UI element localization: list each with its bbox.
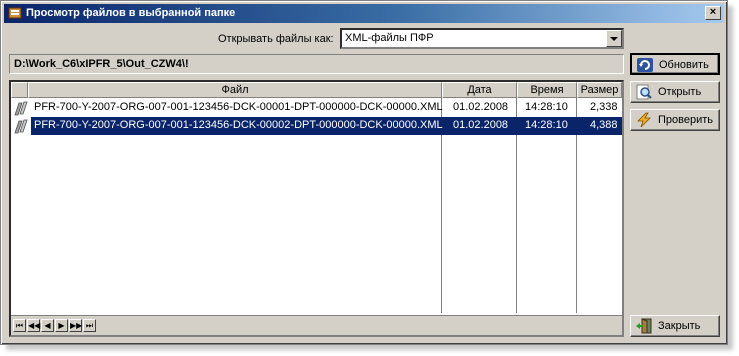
file-browser-dialog: Просмотр файлов в выбранной папке × Откр… xyxy=(0,0,728,345)
xml-file-icon xyxy=(14,101,28,116)
open-button-label: Открыть xyxy=(658,86,702,98)
time-cell: 14:28:10 xyxy=(525,101,568,113)
close-icon: × xyxy=(709,6,717,18)
open-button[interactable]: Открыть xyxy=(630,81,720,103)
title-bar[interactable]: Просмотр файлов в выбранной папке × xyxy=(4,4,724,23)
chevron-down-icon xyxy=(610,37,618,41)
prev-record-icon[interactable]: ◀ xyxy=(41,319,54,332)
next-page-icon[interactable]: ▶▶ xyxy=(69,319,82,332)
close-window-button[interactable]: × xyxy=(705,6,721,20)
file-table[interactable]: Файл Дата Время Размер PFR-700-Y-2007-OR… xyxy=(9,80,624,337)
open-as-dropdown[interactable]: XML-файлы ПФР xyxy=(340,28,624,49)
column-header-date[interactable]: Дата xyxy=(442,82,517,98)
open-as-value: XML-файлы ПФР xyxy=(345,32,434,44)
next-record-icon[interactable]: ▶ xyxy=(55,319,68,332)
refresh-icon xyxy=(637,58,653,72)
dropdown-arrow-button[interactable] xyxy=(606,30,622,47)
close-button-label: Закрыть xyxy=(658,320,701,332)
table-row-selected[interactable]: PFR-700-Y-2007-ORG-007-001-123456-DCK-00… xyxy=(11,117,622,135)
window-title: Просмотр файлов в выбранной папке xyxy=(26,7,236,19)
check-button[interactable]: Проверить xyxy=(630,109,720,131)
first-record-icon[interactable]: ⏮ xyxy=(13,319,26,332)
folder-path: D:\Work_C6\xIPFR_5\Out_CZW4\! xyxy=(14,58,189,70)
file-name-cell: PFR-700-Y-2007-ORG-007-001-123456-DCK-00… xyxy=(34,101,443,113)
prev-page-icon[interactable]: ◀◀ xyxy=(27,319,40,332)
xml-file-icon xyxy=(14,119,28,134)
record-navigator: ⏮ ◀◀ ◀ ▶ ▶▶ ⏭ xyxy=(11,315,622,335)
time-cell: 14:28:10 xyxy=(525,119,568,131)
folder-path-bar: D:\Work_C6\xIPFR_5\Out_CZW4\! xyxy=(9,54,624,74)
date-cell: 01.02.2008 xyxy=(453,119,509,131)
check-button-label: Проверить xyxy=(658,114,714,126)
indicator-column-header xyxy=(11,82,28,98)
search-icon xyxy=(636,84,652,100)
file-name-cell: PFR-700-Y-2007-ORG-007-001-123456-DCK-00… xyxy=(34,119,443,131)
refresh-button[interactable]: Обновить xyxy=(630,53,720,75)
column-header-time[interactable]: Время xyxy=(517,82,577,98)
table-row[interactable]: PFR-700-Y-2007-ORG-007-001-123456-DCK-00… xyxy=(11,99,622,117)
column-header-file[interactable]: Файл xyxy=(28,82,442,98)
size-cell: 4,388 xyxy=(590,119,618,131)
refresh-button-label: Обновить xyxy=(659,59,709,71)
last-record-icon[interactable]: ⏭ xyxy=(83,319,96,332)
app-icon xyxy=(8,7,22,19)
close-button[interactable]: Закрыть xyxy=(630,315,720,337)
lightning-icon xyxy=(637,112,651,128)
open-as-label: Открывать файлы как: xyxy=(218,33,334,45)
date-cell: 01.02.2008 xyxy=(453,101,509,113)
column-header-size[interactable]: Размер xyxy=(577,82,622,98)
table-header: Файл Дата Время Размер xyxy=(11,82,622,98)
size-cell: 2,338 xyxy=(590,101,618,113)
exit-door-icon xyxy=(636,318,652,334)
